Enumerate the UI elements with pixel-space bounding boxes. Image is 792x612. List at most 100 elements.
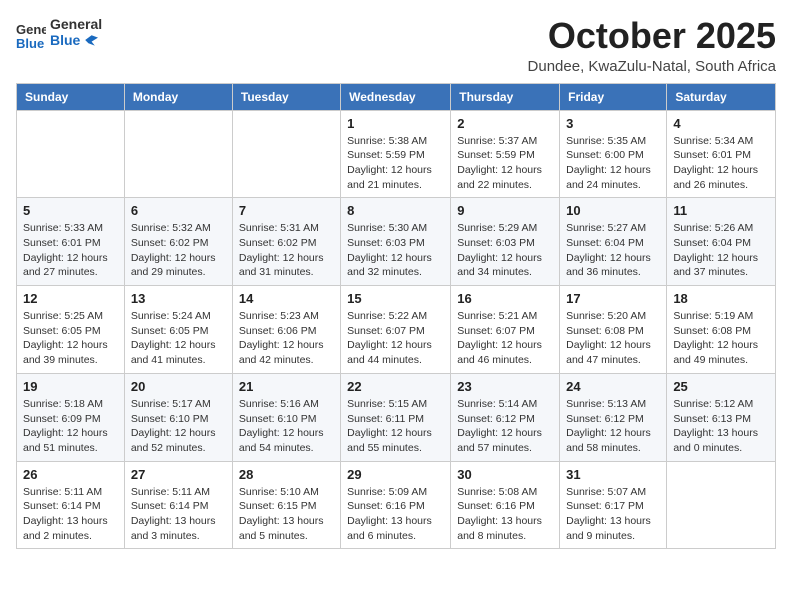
day-info: Sunrise: 5:14 AMSunset: 6:12 PMDaylight:… <box>457 397 553 456</box>
calendar-week-1: 1 Sunrise: 5:38 AMSunset: 5:59 PMDaylight… <box>17 110 776 198</box>
day-info: Sunrise: 5:10 AMSunset: 6:15 PMDaylight:… <box>239 485 334 544</box>
calendar-cell: 22 Sunrise: 5:15 AMSunset: 6:11 PMDayligh… <box>341 373 451 461</box>
calendar-week-4: 19Sunrise: 5:18 AMSunset: 6:09 PMDayligh… <box>17 373 776 461</box>
day-info: Sunrise: 5:24 AMSunset: 6:05 PMDaylight:… <box>131 309 226 368</box>
day-info: Sunrise: 5:07 AMSunset: 6:17 PMDaylight:… <box>566 485 660 544</box>
calendar-cell: 21Sunrise: 5:16 AMSunset: 6:10 PMDayligh… <box>232 373 340 461</box>
weekday-header-friday: Friday <box>560 83 667 110</box>
day-number: 11 <box>673 203 769 218</box>
day-number: 3 <box>566 116 660 131</box>
calendar-cell: 16Sunrise: 5:21 AMSunset: 6:07 PMDayligh… <box>451 286 560 374</box>
day-number: 7 <box>239 203 334 218</box>
calendar-cell: 31 Sunrise: 5:07 AMSunset: 6:17 PMDayligh… <box>560 461 667 549</box>
weekday-header-saturday: Saturday <box>667 83 776 110</box>
day-number: 4 <box>673 116 769 131</box>
day-info: Sunrise: 5:15 AMSunset: 6:11 PMDaylight:… <box>347 397 444 456</box>
day-info: Sunrise: 5:20 AMSunset: 6:08 PMDaylight:… <box>566 309 660 368</box>
day-info: Sunrise: 5:29 AMSunset: 6:03 PMDaylight:… <box>457 221 553 280</box>
calendar-cell: 6 Sunrise: 5:32 AMSunset: 6:02 PMDaylight… <box>124 198 232 286</box>
day-number: 30 <box>457 467 553 482</box>
day-info: Sunrise: 5:21 AMSunset: 6:07 PMDaylight:… <box>457 309 553 368</box>
day-info: Sunrise: 5:08 AMSunset: 6:16 PMDaylight:… <box>457 485 553 544</box>
calendar-week-5: 26 Sunrise: 5:11 AMSunset: 6:14 PMDayligh… <box>17 461 776 549</box>
logo: General Blue General Blue <box>16 16 102 52</box>
calendar-cell: 4 Sunrise: 5:34 AMSunset: 6:01 PMDaylight… <box>667 110 776 198</box>
day-number: 25 <box>673 379 769 394</box>
day-number: 20 <box>131 379 226 394</box>
header: General Blue General Blue October 2025 D… <box>16 16 776 75</box>
calendar-cell: 27 Sunrise: 5:11 AMSunset: 6:14 PMDayligh… <box>124 461 232 549</box>
logo-blue: Blue <box>50 32 102 48</box>
day-number: 31 <box>566 467 660 482</box>
day-number: 27 <box>131 467 226 482</box>
calendar-cell: 15 Sunrise: 5:22 AMSunset: 6:07 PMDayligh… <box>341 286 451 374</box>
day-info: Sunrise: 5:11 AMSunset: 6:14 PMDaylight:… <box>131 485 226 544</box>
day-info: Sunrise: 5:30 AMSunset: 6:03 PMDaylight:… <box>347 221 444 280</box>
page-container: General Blue General Blue October 2025 D… <box>16 16 776 549</box>
calendar-cell: 30 Sunrise: 5:08 AMSunset: 6:16 PMDayligh… <box>451 461 560 549</box>
calendar-cell: 11 Sunrise: 5:26 AMSunset: 6:04 PMDayligh… <box>667 198 776 286</box>
calendar-cell <box>17 110 125 198</box>
calendar-header-row: SundayMondayTuesdayWednesdayThursdayFrid… <box>17 83 776 110</box>
day-number: 1 <box>347 116 444 131</box>
calendar-cell: 20 Sunrise: 5:17 AMSunset: 6:10 PMDayligh… <box>124 373 232 461</box>
day-number: 26 <box>23 467 118 482</box>
day-info: Sunrise: 5:37 AMSunset: 5:59 PMDaylight:… <box>457 134 553 193</box>
calendar-cell: 23 Sunrise: 5:14 AMSunset: 6:12 PMDayligh… <box>451 373 560 461</box>
day-number: 14 <box>239 291 334 306</box>
location-title: Dundee, KwaZulu-Natal, South Africa <box>528 58 776 75</box>
calendar-cell: 2 Sunrise: 5:37 AMSunset: 5:59 PMDaylight… <box>451 110 560 198</box>
calendar-cell: 13Sunrise: 5:24 AMSunset: 6:05 PMDayligh… <box>124 286 232 374</box>
calendar-cell: 12 Sunrise: 5:25 AMSunset: 6:05 PMDayligh… <box>17 286 125 374</box>
calendar-cell <box>667 461 776 549</box>
day-info: Sunrise: 5:13 AMSunset: 6:12 PMDaylight:… <box>566 397 660 456</box>
day-number: 2 <box>457 116 553 131</box>
day-number: 18 <box>673 291 769 306</box>
calendar-cell: 14 Sunrise: 5:23 AMSunset: 6:06 PMDayligh… <box>232 286 340 374</box>
logo-text: General Blue General Blue <box>16 16 102 52</box>
calendar-table: SundayMondayTuesdayWednesdayThursdayFrid… <box>16 83 776 550</box>
day-info: Sunrise: 5:19 AMSunset: 6:08 PMDaylight:… <box>673 309 769 368</box>
day-info: Sunrise: 5:11 AMSunset: 6:14 PMDaylight:… <box>23 485 118 544</box>
day-info: Sunrise: 5:25 AMSunset: 6:05 PMDaylight:… <box>23 309 118 368</box>
calendar-cell: 3Sunrise: 5:35 AMSunset: 6:00 PMDaylight… <box>560 110 667 198</box>
day-info: Sunrise: 5:27 AMSunset: 6:04 PMDaylight:… <box>566 221 660 280</box>
day-info: Sunrise: 5:32 AMSunset: 6:02 PMDaylight:… <box>131 221 226 280</box>
month-title: October 2025 <box>528 16 776 56</box>
weekday-header-monday: Monday <box>124 83 232 110</box>
svg-text:Blue: Blue <box>16 36 44 51</box>
day-info: Sunrise: 5:22 AMSunset: 6:07 PMDaylight:… <box>347 309 444 368</box>
day-number: 6 <box>131 203 226 218</box>
day-number: 22 <box>347 379 444 394</box>
calendar-cell: 10Sunrise: 5:27 AMSunset: 6:04 PMDayligh… <box>560 198 667 286</box>
calendar-cell <box>124 110 232 198</box>
logo-bird-icon <box>82 32 98 48</box>
day-info: Sunrise: 5:12 AMSunset: 6:13 PMDaylight:… <box>673 397 769 456</box>
day-info: Sunrise: 5:16 AMSunset: 6:10 PMDaylight:… <box>239 397 334 456</box>
logo-icon: General Blue <box>16 16 46 52</box>
day-number: 12 <box>23 291 118 306</box>
day-number: 29 <box>347 467 444 482</box>
day-info: Sunrise: 5:23 AMSunset: 6:06 PMDaylight:… <box>239 309 334 368</box>
calendar-cell: 24Sunrise: 5:13 AMSunset: 6:12 PMDayligh… <box>560 373 667 461</box>
day-number: 15 <box>347 291 444 306</box>
day-number: 9 <box>457 203 553 218</box>
day-info: Sunrise: 5:33 AMSunset: 6:01 PMDaylight:… <box>23 221 118 280</box>
day-info: Sunrise: 5:26 AMSunset: 6:04 PMDaylight:… <box>673 221 769 280</box>
day-number: 23 <box>457 379 553 394</box>
calendar-cell: 5Sunrise: 5:33 AMSunset: 6:01 PMDaylight… <box>17 198 125 286</box>
day-number: 17 <box>566 291 660 306</box>
weekday-header-sunday: Sunday <box>17 83 125 110</box>
calendar-cell: 28 Sunrise: 5:10 AMSunset: 6:15 PMDayligh… <box>232 461 340 549</box>
calendar-cell: 17 Sunrise: 5:20 AMSunset: 6:08 PMDayligh… <box>560 286 667 374</box>
calendar-cell: 29Sunrise: 5:09 AMSunset: 6:16 PMDayligh… <box>341 461 451 549</box>
title-area: October 2025 Dundee, KwaZulu-Natal, Sout… <box>528 16 776 75</box>
calendar-cell: 18 Sunrise: 5:19 AMSunset: 6:08 PMDayligh… <box>667 286 776 374</box>
weekday-header-tuesday: Tuesday <box>232 83 340 110</box>
day-info: Sunrise: 5:38 AMSunset: 5:59 PMDaylight:… <box>347 134 444 193</box>
day-info: Sunrise: 5:34 AMSunset: 6:01 PMDaylight:… <box>673 134 769 193</box>
weekday-header-thursday: Thursday <box>451 83 560 110</box>
day-number: 28 <box>239 467 334 482</box>
calendar-cell: 19Sunrise: 5:18 AMSunset: 6:09 PMDayligh… <box>17 373 125 461</box>
day-info: Sunrise: 5:17 AMSunset: 6:10 PMDaylight:… <box>131 397 226 456</box>
